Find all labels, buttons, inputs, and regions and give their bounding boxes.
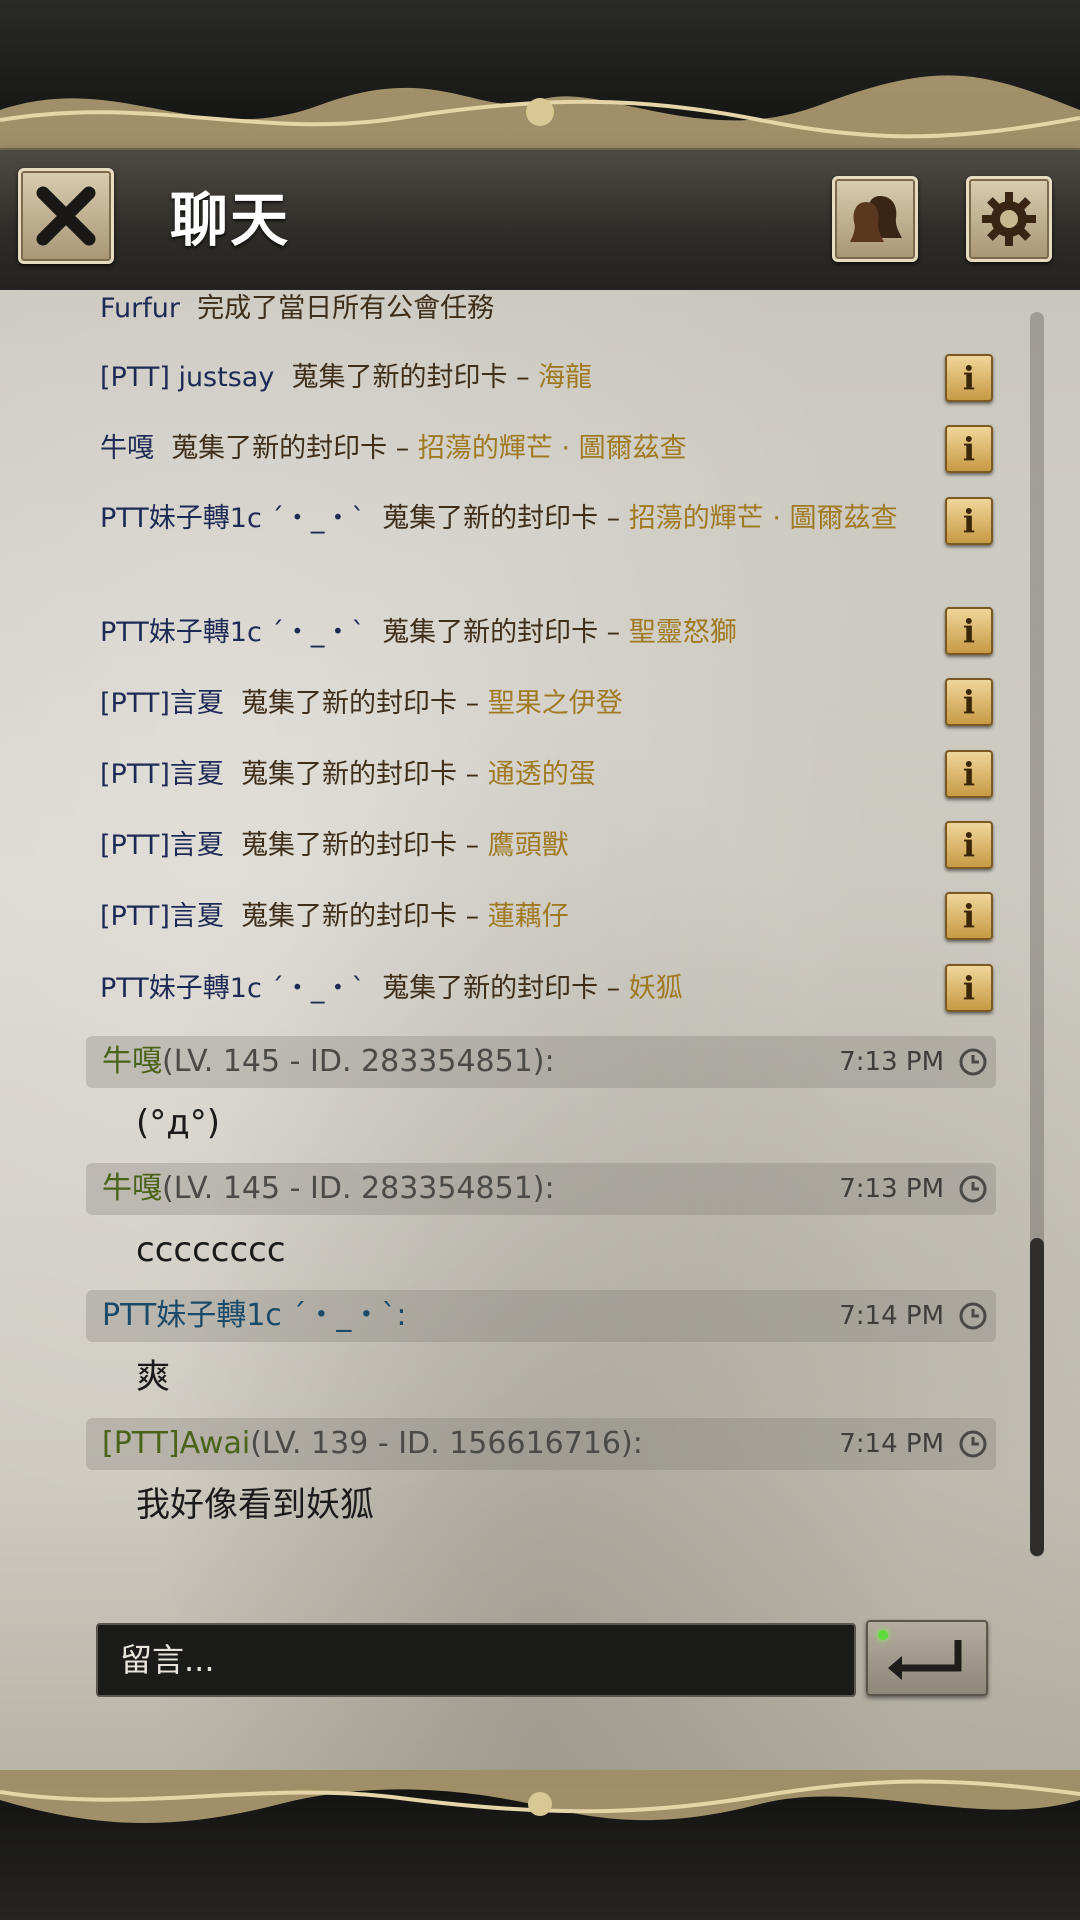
system-message: Furfur 完成了當日所有公會任務 (100, 288, 900, 330)
card-info-button[interactable]: i (945, 607, 993, 655)
message-time: 7:14 PM (839, 1301, 944, 1331)
player-name[interactable]: PTT妹子轉1c ´・_・` (100, 617, 365, 648)
chat-message-text: 爽 (136, 1357, 170, 1397)
message-action: 蒐集了新的封印卡 – (291, 362, 530, 393)
chat-message-header: 牛嘎(LV. 145 - ID. 283354851): 7:13 PM (86, 1163, 996, 1215)
message-time: 7:13 PM (839, 1047, 944, 1077)
message-action: 蒐集了新的封印卡 – (382, 617, 621, 648)
friends-button[interactable] (832, 176, 918, 262)
sender-name[interactable]: 牛嘎 (102, 1044, 162, 1079)
message-action: 蒐集了新的封印卡 – (241, 901, 480, 932)
system-message: [PTT]言夏 蒐集了新的封印卡 – 蓮藕仔 (100, 896, 900, 938)
chat-message-header: [PTT]Awai(LV. 139 - ID. 156616716): 7:14… (86, 1418, 996, 1470)
card-name: 聖靈怒獅 (628, 617, 737, 648)
chat-message-header: 牛嘎(LV. 145 - ID. 283354851): 7:13 PM (86, 1036, 996, 1088)
card-info-button[interactable]: i (945, 750, 993, 798)
card-info-button[interactable]: i (945, 425, 993, 473)
sender-meta: (LV. 145 - ID. 283354851): (162, 1044, 555, 1079)
player-name[interactable]: 牛嘎 (100, 433, 154, 464)
card-name: 聖果之伊登 (487, 688, 623, 719)
card-info-button[interactable]: i (945, 892, 993, 940)
close-x-icon (36, 186, 96, 246)
sender-line: 牛嘎(LV. 145 - ID. 283354851): (102, 1163, 555, 1215)
chat-message-text: 我好像看到妖狐 (136, 1485, 374, 1525)
chat-message-header: PTT妹子轉1c ´・_・`: 7:14 PM (86, 1290, 996, 1342)
system-message: [PTT]言夏 蒐集了新的封印卡 – 鷹頭獸 (100, 825, 900, 867)
player-name[interactable]: PTT妹子轉1c ´・_・` (100, 503, 365, 534)
gear-icon (982, 192, 1036, 246)
chat-scrollbar-thumb[interactable] (1030, 1238, 1044, 1556)
system-message: PTT妹子轉1c ´・_・` 蒐集了新的封印卡 – 招蕩的輝芒 · 圖爾茲查 (100, 498, 900, 540)
system-message: 牛嘎 蒐集了新的封印卡 – 招蕩的輝芒 · 圖爾茲查 (100, 428, 900, 470)
message-action: 完成了當日所有公會任務 (197, 293, 495, 324)
message-action: 蒐集了新的封印卡 – (241, 688, 480, 719)
player-name[interactable]: [PTT]言夏 (100, 759, 224, 790)
clock-icon (959, 1302, 987, 1330)
system-message: PTT妹子轉1c ´・_・` 蒐集了新的封印卡 – 妖狐 (100, 968, 900, 1010)
card-name: 海龍 (538, 362, 593, 393)
card-name: 通透的蛋 (487, 759, 596, 790)
chat-message-text: (°д°) (136, 1103, 221, 1143)
card-info-button[interactable]: i (945, 964, 993, 1012)
sender-line: 牛嘎(LV. 145 - ID. 283354851): (102, 1036, 555, 1088)
enter-arrow-icon (888, 1640, 962, 1680)
sender-name[interactable]: PTT妹子轉1c ´・_・`: (102, 1298, 406, 1333)
card-info-button[interactable]: i (945, 821, 993, 869)
message-action: 蒐集了新的封印卡 – (241, 759, 480, 790)
friends-silhouette-icon (850, 196, 902, 242)
player-name[interactable]: PTT妹子轉1c ´・_・` (100, 973, 365, 1004)
bottom-ornament-frame (0, 1770, 1080, 1920)
card-name: 招蕩的輝芒 · 圖爾茲查 (417, 433, 687, 464)
system-message: [PTT] justsay 蒐集了新的封印卡 – 海龍 (100, 357, 900, 399)
top-ornament-frame (0, 0, 1080, 150)
player-name[interactable]: [PTT] justsay (100, 362, 274, 393)
sender-meta: (LV. 145 - ID. 283354851): (162, 1171, 555, 1206)
system-message: [PTT]言夏 蒐集了新的封印卡 – 通透的蛋 (100, 754, 900, 796)
message-action: 蒐集了新的封印卡 – (241, 830, 480, 861)
chat-message-text: cccccccc (136, 1230, 286, 1270)
clock-icon (959, 1175, 987, 1203)
player-name[interactable]: [PTT]言夏 (100, 830, 224, 861)
player-name[interactable]: [PTT]言夏 (100, 901, 224, 932)
message-input[interactable]: 留言... (96, 1623, 856, 1697)
clock-icon (959, 1430, 987, 1458)
system-message: [PTT]言夏 蒐集了新的封印卡 – 聖果之伊登 (100, 683, 900, 725)
player-name[interactable]: Furfur (100, 293, 180, 324)
player-name[interactable]: [PTT]言夏 (100, 688, 224, 719)
sender-name[interactable]: [PTT]Awai (102, 1426, 250, 1461)
card-info-button[interactable]: i (945, 678, 993, 726)
sender-line: [PTT]Awai(LV. 139 - ID. 156616716): (102, 1418, 643, 1470)
message-action: 蒐集了新的封印卡 – (171, 433, 410, 464)
settings-button[interactable] (966, 176, 1052, 262)
send-button[interactable] (866, 1620, 988, 1696)
close-button[interactable] (18, 168, 114, 264)
message-time: 7:14 PM (839, 1429, 944, 1459)
card-name: 招蕩的輝芒 · 圖爾茲查 (628, 503, 898, 534)
card-info-button[interactable]: i (945, 354, 993, 402)
sender-name[interactable]: 牛嘎 (102, 1171, 162, 1206)
sender-meta: (LV. 139 - ID. 156616716): (250, 1426, 643, 1461)
card-info-button[interactable]: i (945, 497, 993, 545)
system-message: PTT妹子轉1c ´・_・` 蒐集了新的封印卡 – 聖靈怒獅 (100, 612, 900, 654)
message-action: 蒐集了新的封印卡 – (382, 973, 621, 1004)
chat-header (0, 148, 1080, 292)
card-name: 鷹頭獸 (487, 830, 569, 861)
message-action: 蒐集了新的封印卡 – (382, 503, 621, 534)
message-time: 7:13 PM (839, 1174, 944, 1204)
card-name: 妖狐 (628, 973, 683, 1004)
page-title: 聊天 (170, 186, 291, 254)
sender-line: PTT妹子轉1c ´・_・`: (102, 1290, 406, 1342)
clock-icon (959, 1048, 987, 1076)
card-name: 蓮藕仔 (487, 901, 569, 932)
